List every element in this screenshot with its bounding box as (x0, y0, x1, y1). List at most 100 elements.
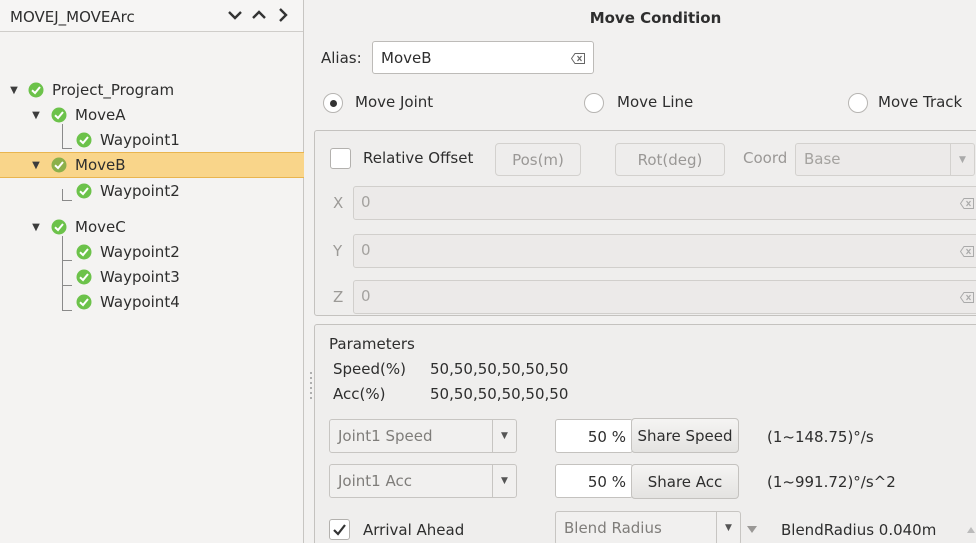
tree-nav (225, 3, 293, 27)
tree-node-moveb[interactable]: ▼ MoveB (0, 152, 304, 178)
joint-speed-percent-value: 50 % (587, 428, 626, 446)
relative-offset-group: Relative Offset Pos(m) Rot(deg) Coord Ba… (314, 130, 976, 316)
expand-triangle-icon[interactable]: ▼ (9, 85, 19, 96)
program-tree-panel: MOVEJ_MOVEArc ▼ Project_Program ▼ MoveA … (0, 0, 304, 543)
node-label: Waypoint2 (100, 182, 180, 200)
pos-button[interactable]: Pos(m) (495, 143, 581, 176)
move-type-radio-group: Move Joint Move Line Move Track (305, 90, 976, 120)
move-line-radio[interactable] (584, 93, 604, 113)
acc-value: 50,50,50,50,50,50 (430, 385, 569, 403)
check-circle-icon (51, 219, 67, 235)
parameters-group: Parameters Speed(%) 50,50,50,50,50,50 Ac… (314, 324, 976, 543)
expand-triangle-icon[interactable]: ▼ (31, 222, 41, 233)
chevron-up-icon[interactable] (249, 3, 269, 27)
node-label: MoveA (75, 106, 126, 124)
dropdown-arrow-icon: ▼ (716, 512, 740, 543)
acc-range: (1~991.72)°/s^2 (767, 473, 896, 491)
blend-select[interactable]: Blend Radius ▼ (555, 511, 741, 543)
joint-speed-select[interactable]: Joint1 Speed ▼ (329, 419, 517, 453)
node-label: Waypoint1 (100, 131, 180, 149)
blend-select-value: Blend Radius (564, 519, 662, 537)
joint-speed-percent-input[interactable]: 50 % (555, 419, 633, 453)
tree-title: MOVEJ_MOVEArc (10, 8, 135, 26)
acc-label: Acc(%) (333, 385, 386, 403)
z-offset-value: 0 (361, 287, 371, 305)
move-joint-radio[interactable] (323, 93, 343, 113)
clear-icon[interactable] (960, 292, 974, 303)
move-track-radio[interactable] (848, 93, 868, 113)
joint-acc-select[interactable]: Joint1 Acc ▼ (329, 464, 517, 498)
joint-speed-select-value: Joint1 Speed (338, 427, 433, 445)
move-condition-panel: Move Condition Alias: MoveB Move Joint M… (305, 0, 976, 543)
expand-triangle-icon[interactable]: ▼ (31, 160, 41, 171)
dropdown-arrow-icon: ▼ (950, 144, 974, 175)
tree-node-project-program[interactable]: ▼ Project_Program (0, 78, 304, 102)
speed-range: (1~148.75)°/s (767, 428, 874, 446)
node-label: MoveB (75, 156, 126, 174)
tree-node-waypoint4[interactable]: Waypoint4 (0, 290, 304, 314)
node-label: Project_Program (52, 81, 175, 99)
tree-node-waypoint3[interactable]: Waypoint3 (0, 265, 304, 289)
relative-offset-label: Relative Offset (363, 149, 474, 167)
share-speed-button[interactable]: Share Speed (631, 418, 739, 453)
alias-label: Alias: (321, 49, 362, 67)
x-offset-input[interactable]: 0 (353, 186, 976, 220)
arrival-ahead-checkbox[interactable] (329, 519, 350, 540)
rot-button[interactable]: Rot(deg) (615, 143, 725, 176)
check-circle-icon (76, 244, 92, 260)
node-label: Waypoint3 (100, 268, 180, 286)
tree-node-waypoint2-c[interactable]: Waypoint2 (0, 240, 304, 264)
coord-value: Base (804, 150, 841, 168)
check-circle-icon (76, 132, 92, 148)
tree-node-movea[interactable]: ▼ MoveA (0, 103, 304, 127)
relative-offset-checkbox[interactable] (330, 148, 351, 169)
joint-acc-select-value: Joint1 Acc (338, 472, 412, 490)
splitter-handle[interactable] (308, 368, 314, 408)
move-track-label[interactable]: Move Track (878, 93, 962, 111)
y-label: Y (333, 242, 343, 260)
tree-node-movec[interactable]: ▼ MoveC (0, 215, 304, 239)
y-offset-value: 0 (361, 241, 371, 259)
check-circle-icon (51, 107, 67, 123)
check-circle-icon (28, 82, 44, 98)
alias-value: MoveB (381, 49, 432, 67)
x-offset-value: 0 (361, 193, 371, 211)
arrival-ahead-label[interactable]: Arrival Ahead (363, 521, 464, 539)
tree-header: MOVEJ_MOVEArc (0, 0, 303, 32)
y-offset-input[interactable]: 0 (353, 234, 976, 268)
x-label: X (333, 194, 344, 212)
clear-icon[interactable] (960, 198, 974, 209)
z-label: Z (333, 288, 344, 306)
move-line-label[interactable]: Move Line (617, 93, 693, 111)
clear-icon[interactable] (960, 246, 974, 257)
chevron-right-icon[interactable] (273, 3, 293, 27)
blend-radius-text: BlendRadius 0.040m (781, 521, 937, 539)
chevron-down-icon[interactable] (225, 3, 245, 27)
dropdown-arrow-icon: ▼ (492, 465, 516, 497)
joint-acc-percent-input[interactable]: 50 % (555, 464, 633, 498)
checkmark-icon (333, 524, 346, 536)
share-acc-button[interactable]: Share Acc (631, 464, 739, 499)
parameters-title: Parameters (329, 335, 415, 353)
collapse-arrow-icon[interactable] (747, 526, 757, 534)
speed-label: Speed(%) (333, 360, 406, 378)
node-label: MoveC (75, 218, 126, 236)
tree-node-waypoint1[interactable]: Waypoint1 (0, 128, 304, 152)
check-circle-icon (51, 157, 67, 173)
coord-label: Coord (743, 149, 788, 167)
z-offset-input[interactable]: 0 (353, 280, 976, 314)
check-circle-icon (76, 269, 92, 285)
scroll-up-arrow-icon[interactable] (967, 526, 975, 534)
tree-node-waypoint2[interactable]: Waypoint2 (0, 179, 304, 203)
check-circle-icon (76, 183, 92, 199)
alias-input[interactable]: MoveB (372, 41, 594, 74)
speed-value: 50,50,50,50,50,50 (430, 360, 569, 378)
node-label: Waypoint4 (100, 293, 180, 311)
move-joint-label[interactable]: Move Joint (355, 93, 433, 111)
clear-icon[interactable] (571, 53, 585, 64)
coord-select[interactable]: Base ▼ (795, 143, 975, 176)
dropdown-arrow-icon: ▼ (492, 420, 516, 452)
expand-triangle-icon[interactable]: ▼ (31, 110, 41, 121)
joint-acc-percent-value: 50 % (587, 473, 626, 491)
panel-title: Move Condition (589, 9, 722, 27)
